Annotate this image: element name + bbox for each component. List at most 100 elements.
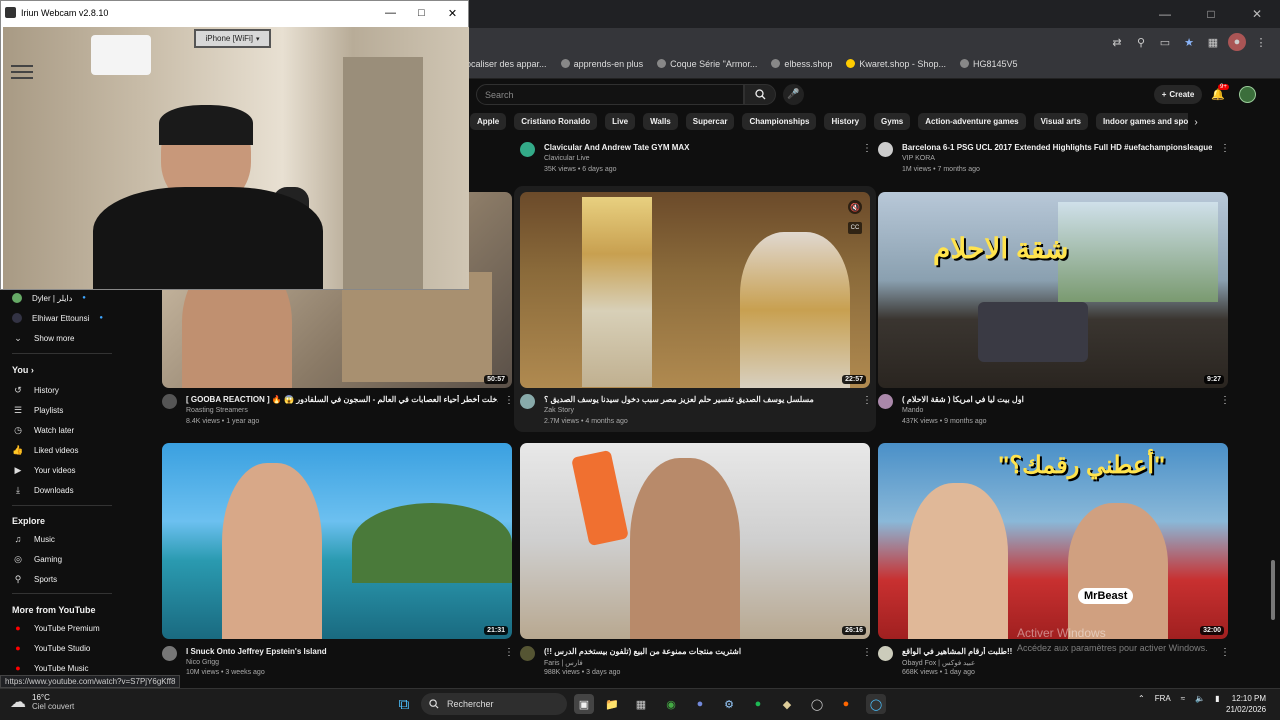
more-options-icon[interactable]: ⋮ bbox=[862, 647, 872, 658]
maximize-icon[interactable]: □ bbox=[406, 1, 437, 25]
sidebar-item-gaming[interactable]: ◎ Gaming bbox=[12, 554, 62, 565]
bookmark-item[interactable]: ocaliser des appar... bbox=[466, 59, 547, 69]
steam-icon[interactable]: ⚙ bbox=[719, 694, 739, 714]
channel-avatar[interactable] bbox=[520, 142, 535, 157]
extensions-icon[interactable]: ▦ bbox=[1204, 33, 1222, 51]
more-options-icon[interactable]: ⋮ bbox=[504, 395, 514, 406]
filter-chip[interactable]: Gyms bbox=[874, 113, 911, 130]
more-options-icon[interactable]: ⋮ bbox=[862, 143, 872, 154]
cast-icon[interactable]: ▭ bbox=[1156, 33, 1174, 51]
maximize-icon[interactable]: □ bbox=[1188, 0, 1234, 28]
video-title[interactable]: اول بيت ليا في امريكا ( شقة الاحلام ) bbox=[902, 395, 1212, 404]
windows-start-icon[interactable]: ⧉ bbox=[394, 694, 414, 714]
search-input[interactable]: Search bbox=[476, 84, 744, 105]
sidebar-item-music-app[interactable]: ● YouTube Music bbox=[12, 663, 88, 673]
video-thumbnail[interactable]: "أعطني رقمك؟" MrBeast 32:00 bbox=[878, 443, 1228, 639]
channel-name[interactable]: Nico Grigg bbox=[186, 659, 219, 666]
menu-icon[interactable]: ⋮ bbox=[1252, 33, 1270, 51]
sidebar-item-your-videos[interactable]: ▶ Your videos bbox=[12, 465, 76, 476]
minimize-icon[interactable]: — bbox=[1142, 0, 1188, 28]
show-more-button[interactable]: ⌄ Show more bbox=[12, 333, 74, 344]
filter-chip[interactable]: History bbox=[824, 113, 867, 130]
you-heading[interactable]: You › bbox=[12, 365, 34, 375]
channel-avatar[interactable] bbox=[162, 394, 177, 409]
close-icon[interactable]: ✕ bbox=[1234, 0, 1280, 28]
hamburger-menu-icon[interactable] bbox=[11, 65, 33, 79]
filter-chip[interactable]: Visual arts bbox=[1033, 113, 1088, 130]
video-title[interactable]: [ GOOBA REACTION ] 🔥 😱 دخلت أخطر أحياء ا… bbox=[186, 395, 498, 404]
close-icon[interactable]: ✕ bbox=[437, 1, 468, 25]
channel-name[interactable]: Obayd Fox | عبيد فوكس bbox=[902, 659, 975, 667]
filter-chip[interactable]: Apple bbox=[470, 113, 507, 130]
video-title[interactable]: اشتريت منتجات ممنوعة من البيع (تلفون بيس… bbox=[544, 647, 849, 656]
video-thumbnail[interactable]: 21:31 bbox=[162, 443, 512, 639]
video-title[interactable]: I Snuck Onto Jeffrey Epstein's Island bbox=[186, 647, 498, 656]
video-title[interactable]: مسلسل يوسف الصديق تفسير حلم لعزيز مصر سب… bbox=[544, 395, 849, 404]
sidebar-item-liked[interactable]: 👍 Liked videos bbox=[12, 445, 78, 456]
zoom-icon[interactable]: ⚲ bbox=[1132, 33, 1150, 51]
channel-avatar[interactable] bbox=[520, 646, 535, 661]
filter-chip[interactable]: Action-adventure games bbox=[918, 113, 1026, 130]
file-explorer-icon[interactable]: 📁 bbox=[602, 694, 622, 714]
profile-icon[interactable]: ● bbox=[1228, 33, 1246, 51]
language-indicator[interactable]: FRA bbox=[1155, 694, 1171, 703]
more-options-icon[interactable]: ⋮ bbox=[1220, 143, 1230, 154]
sidebar-item-history[interactable]: ↺ History bbox=[12, 385, 59, 396]
task-view-icon[interactable]: ▣ bbox=[574, 694, 594, 714]
video-thumbnail[interactable]: 26:16 bbox=[520, 443, 870, 639]
discord-icon[interactable]: ● bbox=[690, 694, 710, 714]
more-options-icon[interactable]: ⋮ bbox=[1220, 647, 1230, 658]
bookmark-item[interactable]: apprends-en plus bbox=[560, 59, 643, 69]
channel-name[interactable]: VIP KORA bbox=[902, 155, 935, 162]
more-options-icon[interactable]: ⋮ bbox=[1220, 395, 1230, 406]
channel-avatar[interactable] bbox=[878, 394, 893, 409]
sidebar-item-downloads[interactable]: ⤓ Downloads bbox=[12, 485, 74, 496]
channel-avatar[interactable] bbox=[878, 646, 893, 661]
chevron-up-icon[interactable]: ⌃ bbox=[1138, 694, 1145, 703]
filter-chip[interactable]: Championships bbox=[742, 113, 817, 130]
chrome-icon[interactable]: ◉ bbox=[661, 694, 681, 714]
page-scrollbar[interactable] bbox=[1271, 560, 1275, 620]
chevron-right-icon[interactable]: › bbox=[1188, 113, 1204, 131]
video-title[interactable]: Barcelona 6-1 PSG UCL 2017 Extended High… bbox=[902, 143, 1212, 152]
channel-name[interactable]: Faris | فارس bbox=[544, 659, 583, 667]
battery-icon[interactable]: ▮ bbox=[1215, 694, 1219, 703]
github-icon[interactable]: ◯ bbox=[807, 694, 827, 714]
sidebar-item-playlists[interactable]: ☰ Playlists bbox=[12, 405, 63, 416]
sidebar-subscription[interactable]: Dyler | دايلر ● bbox=[12, 293, 86, 303]
minimize-icon[interactable]: — bbox=[375, 1, 406, 25]
create-button[interactable]: + Create bbox=[1154, 85, 1202, 104]
filter-chip[interactable]: Live bbox=[605, 113, 636, 130]
sidebar-item-premium[interactable]: ● YouTube Premium bbox=[12, 623, 99, 633]
bookmark-item[interactable]: Kwaret.shop - Shop... bbox=[846, 59, 946, 69]
channel-name[interactable]: Clavicular Live bbox=[544, 155, 590, 162]
video-thumbnail[interactable]: شقة الاحلام 9:27 bbox=[878, 192, 1228, 388]
game-icon[interactable]: ◆ bbox=[777, 694, 797, 714]
translate-icon[interactable]: ⇄ bbox=[1108, 33, 1126, 51]
bookmark-item[interactable]: elbess.shop bbox=[771, 59, 832, 69]
channel-avatar[interactable] bbox=[162, 646, 177, 661]
more-options-icon[interactable]: ⋮ bbox=[504, 647, 514, 658]
camera-source-select[interactable]: iPhone [WiFi] ▾ bbox=[194, 29, 271, 48]
weather-widget[interactable]: ☁ 16°C Ciel couvert bbox=[10, 692, 74, 712]
app-icon-red[interactable]: ● bbox=[836, 694, 856, 714]
bookmark-item[interactable]: Coque Série "Armor... bbox=[657, 59, 757, 69]
channel-avatar[interactable] bbox=[878, 142, 893, 157]
channel-name[interactable]: Mando bbox=[902, 407, 923, 414]
sidebar-subscription[interactable]: Elhiwar Ettounsi ● bbox=[12, 313, 103, 323]
voice-search-button[interactable]: 🎤 bbox=[783, 84, 804, 105]
sidebar-item-watch-later[interactable]: ◷ Watch later bbox=[12, 425, 74, 436]
bookmark-item[interactable]: HG8145V5 bbox=[959, 59, 1017, 69]
spotify-icon[interactable]: ● bbox=[748, 694, 768, 714]
volume-icon[interactable]: 🔈 bbox=[1195, 694, 1205, 703]
taskbar-search[interactable]: Rechercher bbox=[421, 693, 567, 715]
channel-name[interactable]: Roasting Streamers bbox=[186, 407, 248, 414]
wifi-icon[interactable]: ≈ bbox=[1181, 694, 1185, 703]
taskbar-clock[interactable]: 12:10 PM 21/02/2026 bbox=[1226, 693, 1266, 715]
filter-chip[interactable]: Walls bbox=[643, 113, 678, 130]
app-icon[interactable]: ▦ bbox=[631, 694, 651, 714]
channel-name[interactable]: Zak Story bbox=[544, 407, 574, 414]
star-icon[interactable]: ★ bbox=[1180, 33, 1198, 51]
video-title[interactable]: Clavicular And Andrew Tate GYM MAX bbox=[544, 143, 854, 152]
filter-chip[interactable]: Indoor games and sports bbox=[1095, 113, 1188, 130]
